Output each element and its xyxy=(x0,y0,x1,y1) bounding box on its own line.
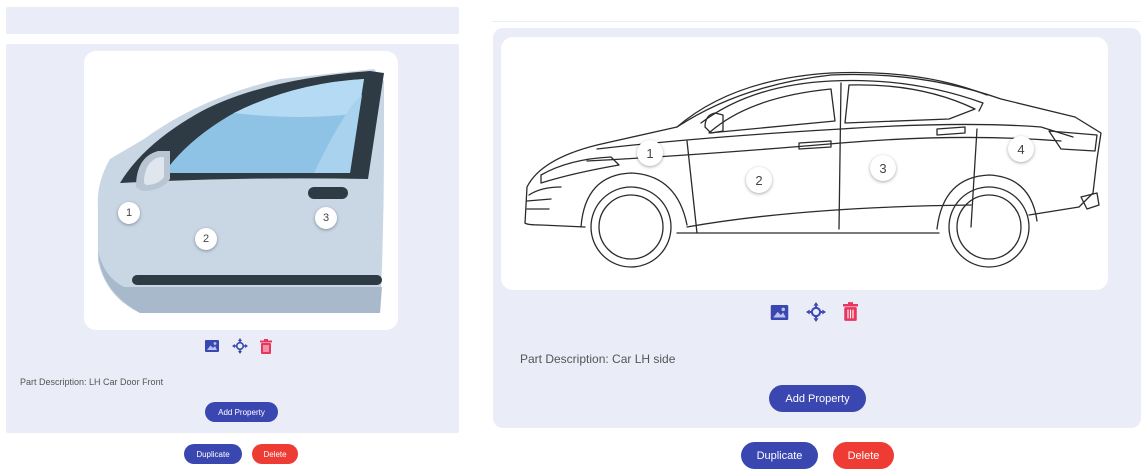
hotspot-marker-1[interactable]: 1 xyxy=(637,140,663,166)
trash-icon[interactable] xyxy=(843,302,858,321)
part-description: Part Description: LH Car Door Front xyxy=(20,377,164,387)
hotspot-marker-2[interactable]: 2 xyxy=(746,167,772,193)
part-card-right-outline xyxy=(492,21,1141,22)
duplicate-button[interactable]: Duplicate xyxy=(741,442,818,469)
part-description-value: Car LH side xyxy=(612,352,676,366)
part-card-right: 1 2 3 4 Part Description: Car LH side Ad… xyxy=(493,28,1141,428)
move-icon[interactable] xyxy=(232,338,248,354)
move-icon[interactable] xyxy=(806,302,826,322)
hotspot-marker-3[interactable]: 3 xyxy=(315,207,337,229)
image-icon[interactable] xyxy=(205,340,219,352)
image-icon[interactable] xyxy=(770,305,789,320)
duplicate-button[interactable]: Duplicate xyxy=(184,444,242,464)
car-door-image xyxy=(97,69,384,313)
hotspot-marker-1[interactable]: 1 xyxy=(118,202,140,224)
top-strip xyxy=(6,7,459,34)
hotspot-marker-2[interactable]: 2 xyxy=(195,228,217,250)
hotspot-marker-4[interactable]: 4 xyxy=(1008,136,1034,162)
add-property-button[interactable]: Add Property xyxy=(205,402,278,422)
part-image-frame: 1 2 3 xyxy=(84,51,398,330)
car-side-image xyxy=(524,71,1102,268)
add-property-button[interactable]: Add Property xyxy=(769,385,866,412)
hotspot-marker-3[interactable]: 3 xyxy=(870,155,896,181)
part-card-left: 1 2 3 Part Description: LH Car Door Fron… xyxy=(6,44,459,433)
trash-icon[interactable] xyxy=(260,339,272,354)
delete-button[interactable]: Delete xyxy=(833,442,894,469)
part-description: Part Description: Car LH side xyxy=(520,352,676,366)
part-description-value: LH Car Door Front xyxy=(89,377,164,387)
delete-button[interactable]: Delete xyxy=(252,444,298,464)
part-image-frame: 1 2 3 4 xyxy=(501,37,1108,290)
